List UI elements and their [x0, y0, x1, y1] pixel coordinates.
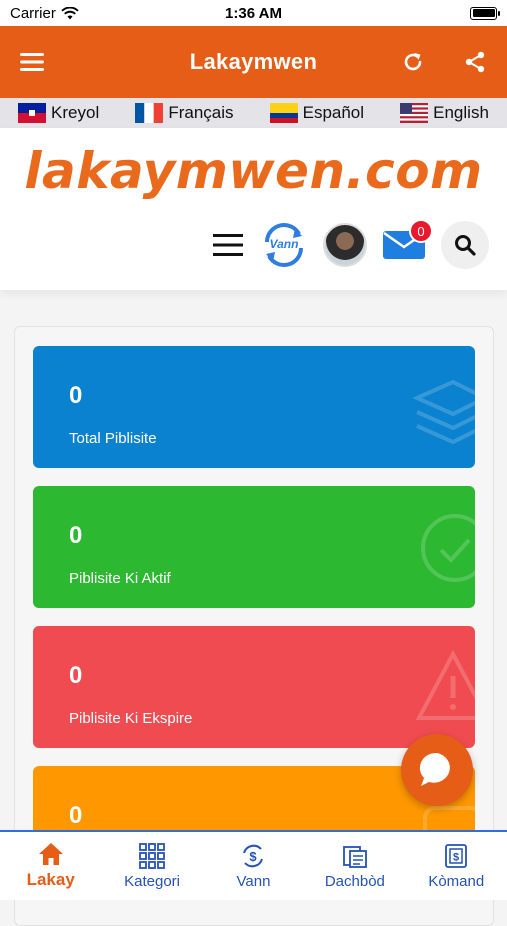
svg-text:$: $ [453, 851, 459, 863]
nav-kategori[interactable]: Kategori [107, 842, 197, 890]
site-header: lakaymwen.com Vann 0 [0, 128, 507, 290]
orders-icon: $ [445, 843, 468, 868]
language-label: English [433, 103, 489, 122]
wifi-icon [61, 6, 79, 19]
nav-label: Vann [236, 872, 271, 890]
stat-card-expired[interactable]: 0 Piblisite Ki Ekspire [33, 626, 475, 748]
france-flag-icon [135, 103, 164, 123]
refresh-button[interactable] [399, 48, 427, 76]
bottom-nav: Lakay Kategori $ Vann Dachbòd $ Kòmand [0, 830, 507, 900]
stat-label: Piblisite Ki Aktif [69, 570, 171, 587]
stat-value: 0 [69, 662, 83, 689]
nav-vann[interactable]: $ Vann [208, 843, 298, 890]
avatar[interactable] [323, 223, 367, 267]
home-icon [38, 843, 63, 865]
nav-label: Kategori [124, 872, 181, 890]
share-button[interactable] [461, 48, 489, 76]
language-label: Kreyol [51, 103, 100, 122]
mail-count-badge: 0 [409, 219, 433, 243]
nav-label: Kòmand [428, 872, 485, 890]
stat-value: 0 [69, 802, 83, 829]
site-logo[interactable]: lakaymwen.com [0, 142, 507, 200]
dollar-cycle-icon: $ [243, 844, 264, 867]
nav-label: Dachbòd [324, 872, 385, 890]
usa-flag-icon [400, 103, 429, 123]
chat-bubble-icon [419, 752, 450, 786]
language-francais[interactable]: Français [135, 103, 234, 123]
battery-icon [470, 6, 500, 20]
stat-value: 0 [69, 522, 83, 549]
menu-button[interactable] [18, 48, 46, 76]
app-bar: Lakaymwen [0, 26, 507, 98]
language-label: Français [168, 103, 234, 122]
nav-komand[interactable]: $ Kòmand [411, 843, 501, 890]
messages-button[interactable]: 0 [381, 219, 433, 265]
language-espanol[interactable]: Español [269, 103, 365, 123]
carrier-label: Carrier [10, 4, 56, 22]
refresh-icon [404, 53, 422, 71]
layers-icon [413, 379, 475, 445]
colombia-flag-icon [269, 103, 298, 123]
dashboard-icon [342, 845, 367, 868]
site-menu-button[interactable] [211, 228, 245, 262]
nav-label: Lakay [26, 870, 75, 889]
hamburger-icon [213, 234, 243, 256]
stat-card-active[interactable]: 0 Piblisite Ki Aktif [33, 486, 475, 608]
language-label: Español [302, 103, 365, 122]
warning-icon [415, 649, 475, 720]
stat-card-total[interactable]: 0 Total Piblisite [33, 346, 475, 468]
status-bar: Carrier 1:36 AM [0, 0, 507, 26]
nav-dachbod[interactable]: Dachbòd [310, 843, 400, 890]
language-bar: Kreyol Français Español English [0, 98, 507, 128]
nav-lakay[interactable]: Lakay [6, 842, 96, 890]
vann-label: Vann [269, 237, 299, 251]
share-icon [465, 51, 485, 73]
language-english[interactable]: English [400, 103, 489, 123]
grid-icon [139, 842, 165, 869]
stat-label: Total Piblisite [69, 430, 157, 447]
carrier-info: Carrier [10, 5, 79, 22]
chat-button[interactable] [401, 734, 473, 806]
hamburger-icon [20, 53, 44, 71]
haiti-flag-icon [18, 103, 47, 123]
svg-text:$: $ [250, 849, 258, 864]
search-button[interactable] [441, 221, 489, 269]
check-circle-icon [421, 514, 475, 582]
language-kreyol[interactable]: Kreyol [18, 103, 99, 123]
search-icon [455, 235, 476, 256]
vann-button[interactable]: Vann [259, 220, 309, 270]
stat-value: 0 [69, 382, 83, 409]
stat-label: Piblisite Ki Ekspire [69, 710, 193, 727]
